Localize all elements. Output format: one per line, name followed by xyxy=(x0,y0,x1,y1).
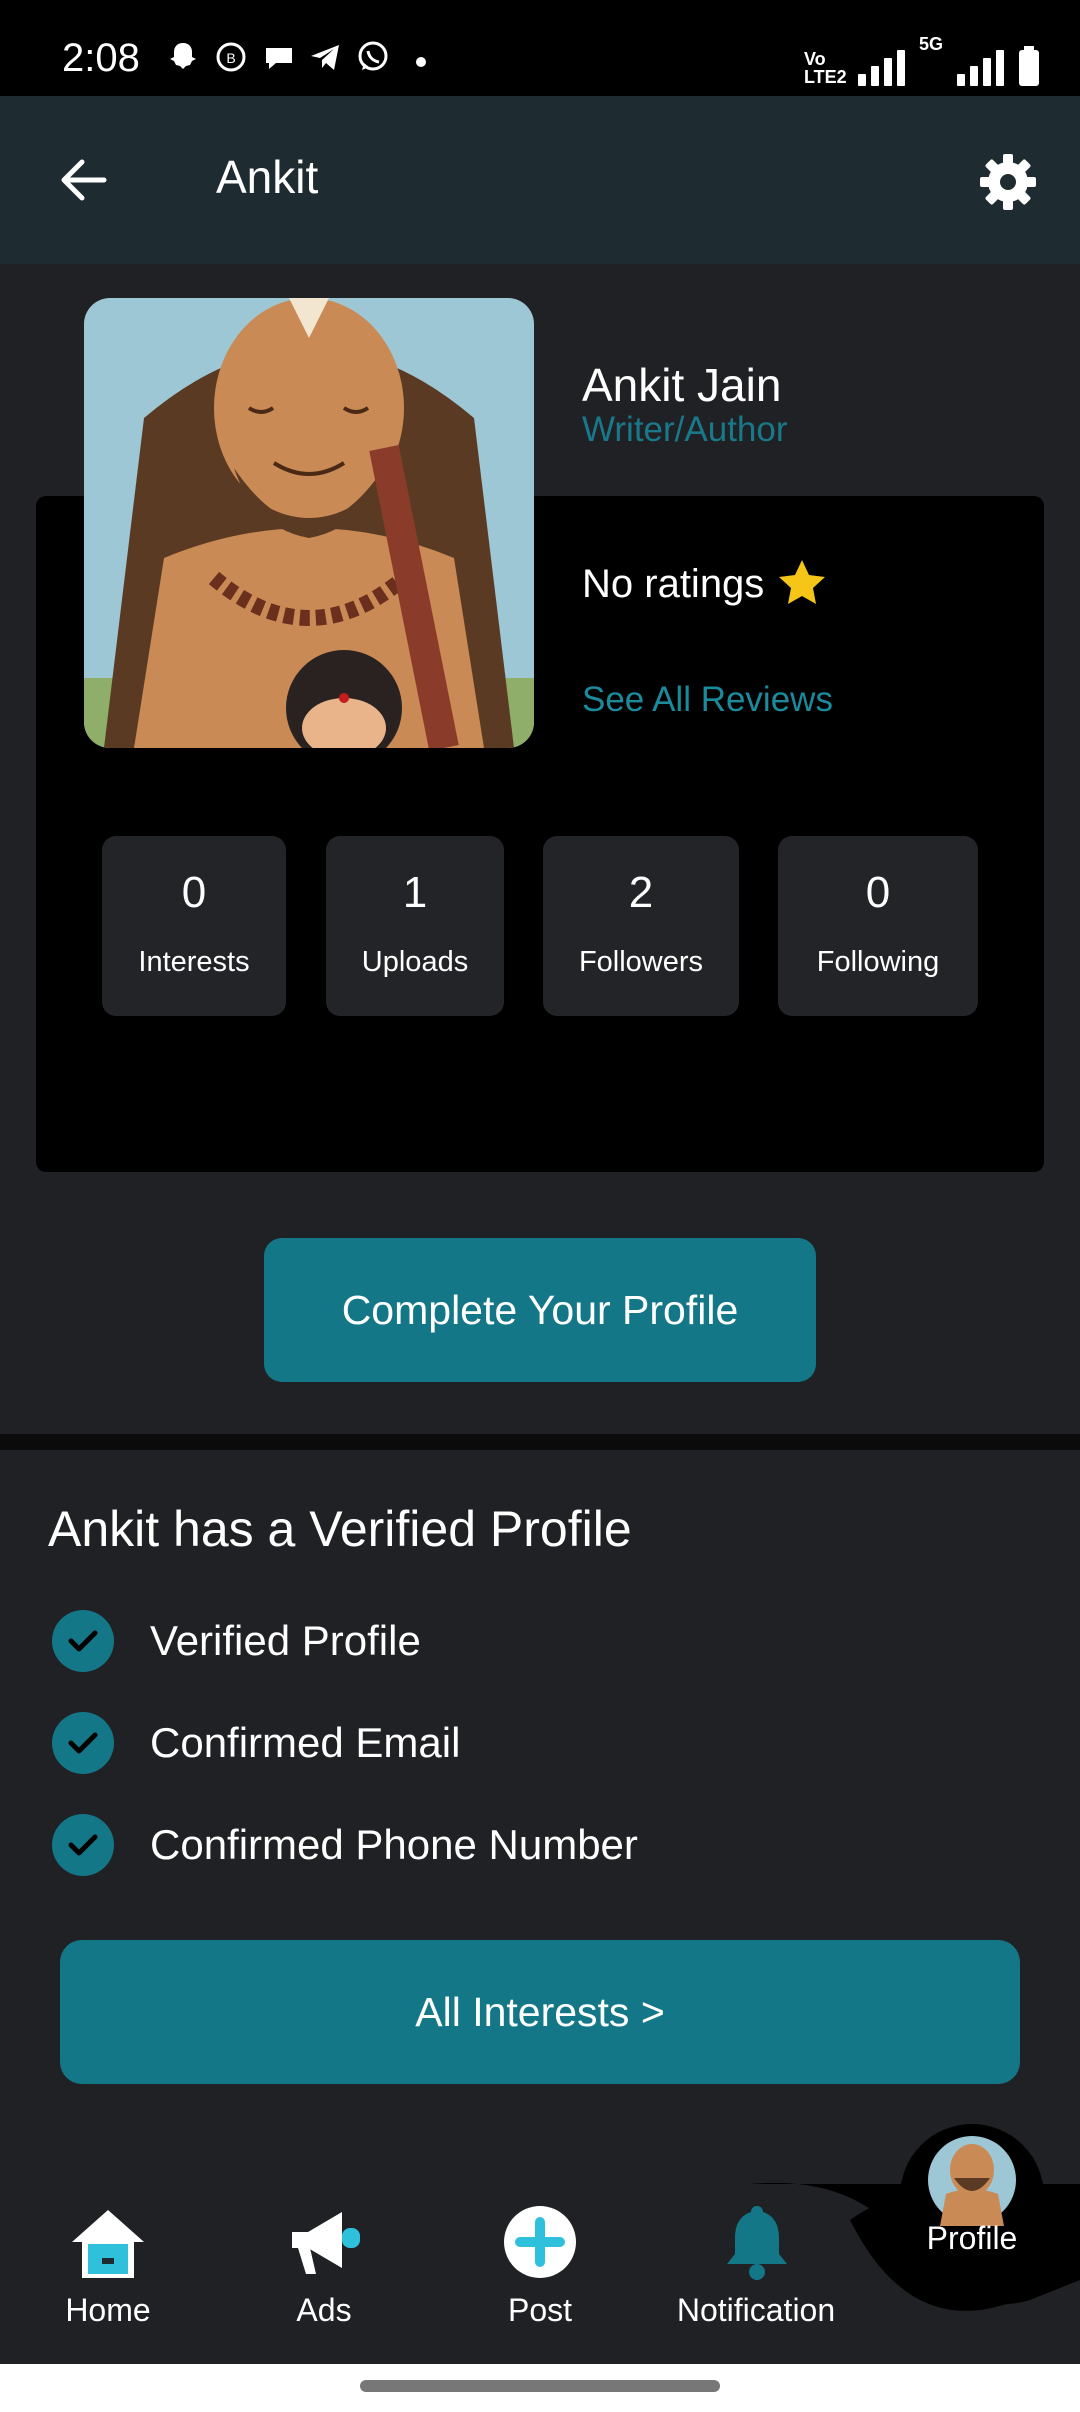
stat-label: Following xyxy=(816,946,940,978)
complete-profile-button[interactable]: Complete Your Profile xyxy=(264,1238,816,1382)
whatsapp-business-icon: B xyxy=(216,42,246,72)
avatar-illustration xyxy=(84,298,534,748)
status-bar: 2:08 B Vo LTE2 5G xyxy=(0,0,1080,96)
stat-value: 0 xyxy=(865,868,891,917)
verified-item-label: Confirmed Email xyxy=(150,1719,461,1766)
more-notifications-dot-icon xyxy=(416,57,426,67)
user-role: Writer/Author xyxy=(582,410,788,449)
page-title: Ankit xyxy=(216,151,319,203)
verified-item-label: Confirmed Phone Number xyxy=(150,1821,638,1868)
add-post-icon xyxy=(504,2206,576,2278)
all-interests-button[interactable]: All Interests > xyxy=(60,1940,1020,2084)
svg-text:B: B xyxy=(226,50,235,66)
stat-following[interactable]: 0 Following xyxy=(778,836,978,1016)
rating-text: No ratings xyxy=(582,561,765,606)
check-circle-icon xyxy=(52,1814,114,1876)
stat-interests[interactable]: 0 Interests xyxy=(102,836,286,1016)
nav-notification[interactable]: Notification xyxy=(666,2196,846,2356)
stat-value: 2 xyxy=(628,868,654,917)
check-circle-icon xyxy=(52,1610,114,1672)
signal-strength-icon xyxy=(857,46,905,86)
profile-avatar[interactable] xyxy=(84,298,534,748)
nav-post[interactable]: Post xyxy=(450,2196,630,2356)
settings-gear-icon[interactable] xyxy=(976,150,1040,214)
check-circle-icon xyxy=(52,1712,114,1774)
nav-home[interactable]: Home xyxy=(18,2196,198,2356)
status-right-icons: Vo LTE2 5G xyxy=(804,30,1040,86)
megaphone-icon xyxy=(292,2212,360,2274)
whatsapp-icon xyxy=(358,41,388,71)
stat-label: Uploads xyxy=(361,946,469,978)
messages-icon xyxy=(266,48,292,69)
signal-strength-2-icon xyxy=(957,46,1004,86)
nav-label: Profile xyxy=(926,2220,1018,2256)
profile-avatar-small xyxy=(928,2136,1016,2226)
home-icon xyxy=(72,2210,144,2278)
see-all-reviews-link[interactable]: See All Reviews xyxy=(582,680,833,720)
stat-followers[interactable]: 2 Followers xyxy=(543,836,739,1016)
status-time: 2:08 xyxy=(62,36,140,80)
network-type-label: 5G xyxy=(918,34,943,54)
stat-label: Interests xyxy=(138,946,250,978)
stat-label: Followers xyxy=(578,946,704,978)
nav-label: Home xyxy=(65,2292,151,2328)
app-header xyxy=(0,96,1080,264)
stat-value: 0 xyxy=(181,868,207,917)
nav-label: Notification xyxy=(676,2292,836,2328)
verified-item: Confirmed Phone Number xyxy=(52,1814,638,1876)
verified-heading: Ankit has a Verified Profile xyxy=(48,1501,632,1557)
bell-icon xyxy=(727,2206,787,2280)
rating-row: No ratings xyxy=(582,556,830,612)
stat-value: 1 xyxy=(402,868,428,917)
star-icon xyxy=(779,560,826,604)
nav-profile[interactable]: Profile xyxy=(900,2124,1044,2268)
battery-icon xyxy=(1019,46,1039,86)
volte-label: Vo LTE2 xyxy=(803,49,847,87)
verified-item: Verified Profile xyxy=(52,1610,421,1672)
snapchat-icon xyxy=(170,43,196,69)
home-indicator[interactable] xyxy=(360,2380,720,2392)
verified-item-label: Verified Profile xyxy=(150,1617,421,1664)
user-name: Ankit Jain xyxy=(582,359,782,411)
nav-label: Ads xyxy=(296,2292,352,2328)
stat-uploads[interactable]: 1 Uploads xyxy=(326,836,504,1016)
nav-label: Post xyxy=(507,2292,573,2328)
nav-ads[interactable]: Ads xyxy=(234,2196,414,2356)
section-divider xyxy=(0,1434,1080,1450)
verified-item: Confirmed Email xyxy=(52,1712,460,1774)
telegram-icon xyxy=(311,45,339,70)
back-arrow-icon[interactable] xyxy=(54,150,114,210)
